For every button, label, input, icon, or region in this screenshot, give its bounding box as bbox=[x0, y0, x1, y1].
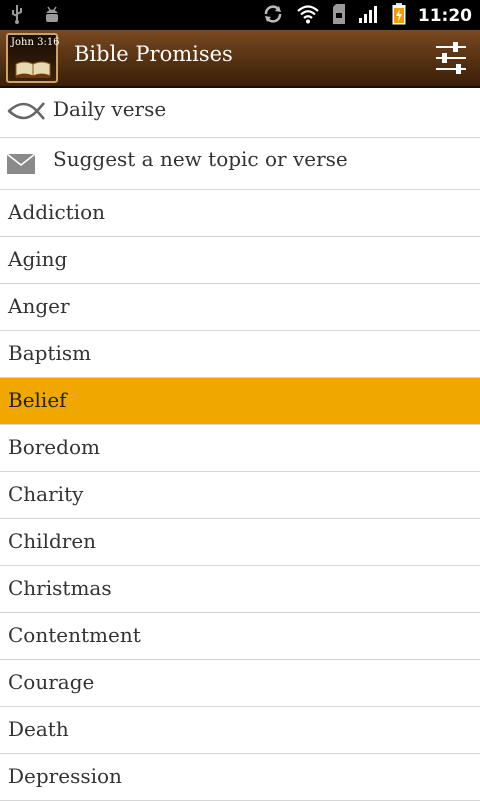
list-item-label: Christmas bbox=[8, 576, 112, 600]
daily-verse-item[interactable]: Daily verse bbox=[0, 88, 480, 138]
action-bar: John 3:16 Bible Promises bbox=[0, 30, 480, 88]
list-item[interactable]: Addiction bbox=[0, 190, 480, 237]
sliders-icon bbox=[436, 42, 466, 74]
settings-button[interactable] bbox=[432, 39, 470, 77]
list-item-label: Courage bbox=[8, 670, 95, 694]
list-item-selected[interactable]: Belief bbox=[0, 378, 480, 425]
list-item-label: Aging bbox=[8, 247, 68, 271]
suggest-topic-item[interactable]: Suggest a new topic or verse bbox=[0, 138, 480, 190]
sd-card-icon bbox=[332, 4, 346, 28]
list-item[interactable]: Courage bbox=[0, 660, 480, 707]
envelope-icon bbox=[6, 152, 36, 181]
list-item-label: Children bbox=[8, 529, 97, 553]
list-item-label: Baptism bbox=[8, 341, 92, 365]
list-item[interactable]: Anger bbox=[0, 284, 480, 331]
list-item[interactable]: Children bbox=[0, 519, 480, 566]
app-icon[interactable]: John 3:16 bbox=[6, 33, 60, 83]
wifi-icon bbox=[296, 4, 320, 28]
list-item-label: Depression bbox=[8, 764, 122, 788]
sync-icon bbox=[262, 3, 284, 29]
list-item[interactable]: Aging bbox=[0, 237, 480, 284]
list-item[interactable]: Charity bbox=[0, 472, 480, 519]
list-item[interactable]: Depression bbox=[0, 754, 480, 801]
list-item-label: Contentment bbox=[8, 623, 141, 647]
list-item-label: Death bbox=[8, 717, 69, 741]
list-item[interactable]: Contentment bbox=[0, 613, 480, 660]
topic-list: Daily verse Suggest a new topic or verse… bbox=[0, 88, 480, 801]
list-item[interactable]: Death bbox=[0, 707, 480, 754]
status-bar: 11:20 bbox=[0, 0, 480, 30]
list-item-label: Belief bbox=[8, 388, 67, 412]
page-title: Bible Promises bbox=[74, 42, 233, 66]
list-item[interactable]: Boredom bbox=[0, 425, 480, 472]
list-item-label: Addiction bbox=[8, 200, 106, 224]
suggest-topic-label: Suggest a new topic or verse bbox=[53, 147, 348, 171]
list-item[interactable]: Baptism bbox=[0, 331, 480, 378]
usb-icon bbox=[10, 4, 24, 28]
battery-charging-icon bbox=[392, 3, 406, 29]
fish-icon bbox=[6, 99, 46, 128]
list-item-label: Charity bbox=[8, 482, 84, 506]
list-item-label: Anger bbox=[8, 294, 70, 318]
app-icon-text: John 3:16 bbox=[11, 37, 60, 48]
clock: 11:20 bbox=[417, 6, 472, 26]
daily-verse-label: Daily verse bbox=[53, 97, 167, 121]
signal-icon bbox=[358, 4, 380, 28]
list-item[interactable]: Christmas bbox=[0, 566, 480, 613]
list-item-label: Boredom bbox=[8, 435, 100, 459]
open-bible-icon bbox=[15, 61, 51, 78]
android-debug-icon bbox=[42, 4, 62, 28]
